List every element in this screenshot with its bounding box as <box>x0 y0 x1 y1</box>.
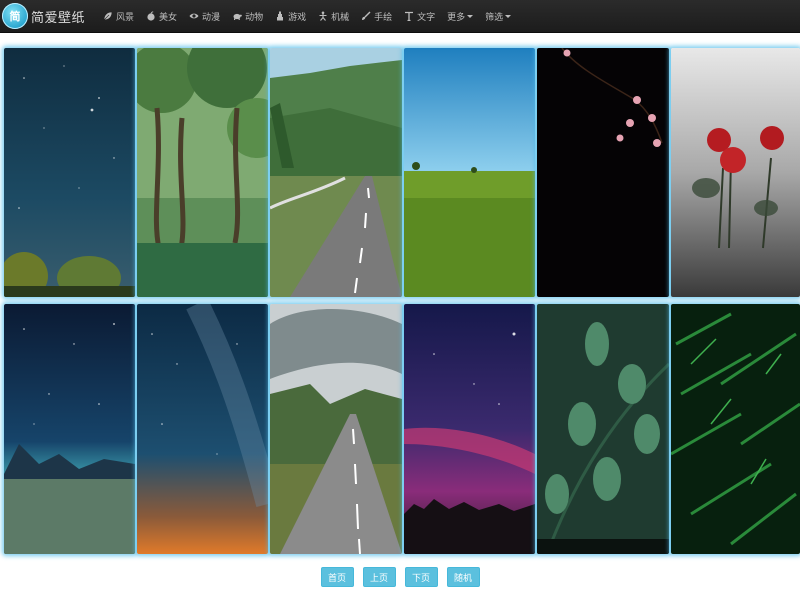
wallpaper-thumb-ferns[interactable] <box>671 304 800 554</box>
wallpaper-thumb-purple-sky[interactable] <box>404 304 535 554</box>
robot-icon <box>318 11 328 21</box>
wallpaper-thumb-green-leaves[interactable] <box>537 304 669 554</box>
nav-dropdown-more[interactable]: 更多 <box>441 0 479 33</box>
wallpaper-thumb-mountain-road[interactable] <box>270 48 402 297</box>
more-label: 更多 <box>447 12 466 23</box>
wallpaper-thumb-night-grassland[interactable] <box>4 304 135 554</box>
nav-item-mechanical[interactable]: 机械 <box>312 0 355 33</box>
caret-down-icon <box>505 14 512 18</box>
top-navbar: 简 简爱壁纸 风景 美女 动漫 动物 游戏 机械 手绘 文字 更多 筛选 <box>0 0 800 33</box>
brand-link[interactable]: 简 简爱壁纸 <box>0 0 85 33</box>
turtle-icon <box>232 11 242 21</box>
site-title: 简爱壁纸 <box>31 10 86 26</box>
wallpaper-thumb-misty-road[interactable] <box>270 304 402 554</box>
filter-label: 筛选 <box>485 12 504 23</box>
wallpaper-thumb-red-roses[interactable] <box>671 48 800 297</box>
nav-dropdown-filter[interactable]: 筛选 <box>479 0 517 33</box>
nav-item-games[interactable]: 游戏 <box>269 0 312 33</box>
nav-item-label: 游戏 <box>288 12 307 23</box>
wallpaper-thumb-wheat-field[interactable] <box>404 48 535 297</box>
random-page-button[interactable]: 随机 <box>446 567 480 587</box>
nav-item-scenery[interactable]: 风景 <box>97 0 140 33</box>
brush-icon <box>361 11 371 21</box>
nav-item-label: 手绘 <box>374 12 393 23</box>
nav-item-label: 风景 <box>116 12 135 23</box>
tower-icon <box>275 11 285 21</box>
nav-item-text[interactable]: 文字 <box>398 0 441 33</box>
nav-item-label: 机械 <box>331 12 350 23</box>
wallpaper-thumb-starry-trees[interactable] <box>4 48 135 297</box>
next-page-button[interactable]: 下页 <box>404 567 438 587</box>
caret-down-icon <box>467 14 474 18</box>
pagination: 首页 上页 下页 随机 <box>0 567 800 587</box>
wallpaper-thumb-pink-blossoms[interactable] <box>537 48 669 297</box>
apple-icon <box>146 11 156 21</box>
nav-item-anime[interactable]: 动漫 <box>183 0 226 33</box>
nav-item-handdrawn[interactable]: 手绘 <box>355 0 398 33</box>
leaf-icon <box>103 11 113 21</box>
wallpaper-grid <box>0 44 800 560</box>
nav-item-label: 文字 <box>417 12 436 23</box>
wallpaper-thumb-tree-path[interactable] <box>137 48 268 297</box>
nav-item-beauty[interactable]: 美女 <box>140 0 183 33</box>
eye-icon <box>189 11 199 21</box>
nav-item-label: 美女 <box>159 12 178 23</box>
prev-page-button[interactable]: 上页 <box>362 567 396 587</box>
nav-item-animals[interactable]: 动物 <box>226 0 269 33</box>
nav-item-label: 动物 <box>245 12 264 23</box>
text-icon <box>404 11 414 21</box>
first-page-button[interactable]: 首页 <box>320 567 354 587</box>
site-logo: 简 <box>2 3 28 29</box>
wallpaper-thumb-milky-way[interactable] <box>137 304 268 554</box>
nav-item-label: 动漫 <box>202 12 221 23</box>
